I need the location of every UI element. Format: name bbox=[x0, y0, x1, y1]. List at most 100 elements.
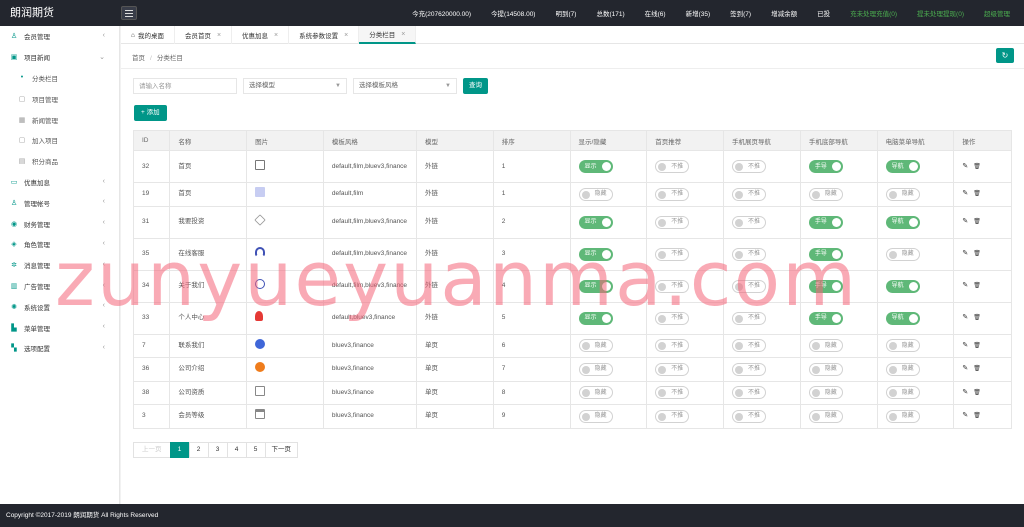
toggle-switch[interactable]: 手导 bbox=[808, 279, 843, 293]
model-select[interactable]: 选择模型 ▼ bbox=[243, 78, 347, 94]
toggle-switch[interactable]: 显示 bbox=[578, 247, 613, 261]
toggle-switch[interactable]: 隐藏 bbox=[808, 362, 843, 376]
delete-icon[interactable]: 🗑 bbox=[973, 313, 981, 323]
top-nav-item[interactable]: 签到(7) bbox=[730, 8, 751, 18]
toggle-switch[interactable]: 隐藏 bbox=[578, 386, 613, 400]
toggle-switch[interactable]: 隐藏 bbox=[578, 362, 613, 376]
top-nav-item[interactable]: 明到(7) bbox=[555, 8, 576, 18]
delete-icon[interactable]: 🗑 bbox=[973, 411, 981, 421]
sidebar-toggle-button[interactable] bbox=[121, 6, 137, 20]
toggle-switch[interactable]: 隐藏 bbox=[578, 409, 613, 423]
toggle-switch[interactable]: 显示 bbox=[578, 160, 613, 173]
sidebar-item[interactable]: ▣ 项目新闻 ⌄ bbox=[0, 47, 119, 68]
toggle-switch[interactable]: 不推 bbox=[732, 311, 767, 325]
sidebar-item[interactable]: ▙ 菜单管理 ‹ bbox=[0, 317, 119, 338]
toggle-switch[interactable]: 导航 bbox=[885, 311, 920, 325]
sidebar-item[interactable]: ▢ 项目管理 bbox=[0, 88, 119, 109]
delete-icon[interactable]: 🗑 bbox=[973, 281, 981, 291]
toggle-switch[interactable]: 不推 bbox=[655, 247, 690, 261]
toggle-switch[interactable]: 手导 bbox=[808, 215, 843, 229]
toggle-switch[interactable]: 隐藏 bbox=[578, 339, 613, 353]
toggle-switch[interactable]: 不推 bbox=[655, 279, 690, 293]
toggle-switch[interactable]: 不推 bbox=[655, 311, 690, 325]
toggle-switch[interactable]: 显示 bbox=[578, 215, 613, 229]
toggle-switch[interactable]: 手导 bbox=[808, 247, 843, 261]
delete-icon[interactable]: 🗑 bbox=[973, 364, 981, 374]
edit-icon[interactable]: ✎ bbox=[962, 313, 968, 323]
sidebar-item[interactable]: ▦ 新闻管理 bbox=[0, 109, 119, 130]
sidebar-item[interactable]: • 分类栏目 bbox=[0, 68, 119, 89]
add-button[interactable]: + 添加 bbox=[134, 105, 167, 121]
refresh-button[interactable]: ↻ bbox=[996, 48, 1014, 63]
close-icon[interactable]: × bbox=[217, 32, 221, 39]
sidebar-item[interactable]: ▭ 优惠加息 ‹ bbox=[0, 172, 119, 193]
toggle-switch[interactable]: 不推 bbox=[655, 339, 690, 353]
edit-icon[interactable]: ✎ bbox=[962, 281, 968, 291]
toggle-switch[interactable]: 不推 bbox=[732, 409, 767, 423]
close-icon[interactable]: × bbox=[274, 32, 278, 39]
toggle-switch[interactable]: 不推 bbox=[732, 160, 767, 173]
sidebar-item[interactable]: ◉ 财务管理 ‹ bbox=[0, 213, 119, 234]
toggle-switch[interactable]: 显示 bbox=[578, 279, 613, 293]
toggle-switch[interactable]: 手导 bbox=[808, 311, 843, 325]
tab[interactable]: 系统参数设置 × bbox=[289, 26, 360, 44]
toggle-switch[interactable]: 不推 bbox=[655, 187, 690, 201]
delete-icon[interactable]: 🗑 bbox=[973, 388, 981, 398]
toggle-switch[interactable]: 隐藏 bbox=[885, 386, 920, 400]
toggle-switch[interactable]: 不推 bbox=[655, 215, 690, 229]
page-button[interactable]: 1 bbox=[169, 442, 190, 458]
top-nav-item[interactable]: 今提(14508.00) bbox=[491, 8, 535, 18]
toggle-switch[interactable]: 隐藏 bbox=[885, 409, 920, 423]
close-icon[interactable]: × bbox=[344, 32, 348, 39]
top-nav-item[interactable]: 总数(171) bbox=[596, 8, 624, 18]
edit-icon[interactable]: ✎ bbox=[962, 249, 968, 259]
toggle-switch[interactable]: 显示 bbox=[578, 311, 613, 325]
toggle-switch[interactable]: 导航 bbox=[885, 160, 920, 173]
sidebar-item[interactable]: ✲ 消息管理 ‹ bbox=[0, 255, 119, 276]
edit-icon[interactable]: ✎ bbox=[962, 189, 968, 199]
sidebar-item[interactable]: ▚ 选项配置 ‹ bbox=[0, 338, 119, 359]
tab[interactable]: 分类栏目 × bbox=[359, 26, 417, 44]
prev-page-button[interactable]: 上一页 bbox=[133, 442, 171, 458]
name-search-input[interactable] bbox=[133, 78, 237, 94]
page-button[interactable]: 3 bbox=[207, 442, 228, 458]
toggle-switch[interactable]: 隐藏 bbox=[808, 339, 843, 353]
breadcrumb-home[interactable]: 首页 bbox=[132, 55, 145, 62]
edit-icon[interactable]: ✎ bbox=[962, 217, 968, 227]
edit-icon[interactable]: ✎ bbox=[962, 162, 968, 172]
toggle-switch[interactable]: 导航 bbox=[885, 215, 920, 229]
close-icon[interactable]: × bbox=[401, 31, 405, 38]
toggle-switch[interactable]: 隐藏 bbox=[885, 362, 920, 376]
delete-icon[interactable]: 🗑 bbox=[973, 162, 981, 172]
sidebar-item[interactable]: ✺ 系统设置 ‹ bbox=[0, 296, 119, 317]
page-button[interactable]: 4 bbox=[226, 442, 247, 458]
sidebar-item[interactable]: ◈ 角色管理 ‹ bbox=[0, 234, 119, 255]
toggle-switch[interactable]: 不推 bbox=[732, 215, 767, 229]
toggle-switch[interactable]: 不推 bbox=[732, 362, 767, 376]
sidebar-item[interactable]: ▥ 广告管理 ‹ bbox=[0, 276, 119, 297]
top-nav-item[interactable]: 超级管理 bbox=[984, 8, 1010, 18]
toggle-switch[interactable]: 不推 bbox=[655, 362, 690, 376]
edit-icon[interactable]: ✎ bbox=[962, 364, 968, 374]
delete-icon[interactable]: 🗑 bbox=[973, 217, 981, 227]
toggle-switch[interactable]: 不推 bbox=[655, 409, 690, 423]
sidebar-item[interactable]: ♙ 管理帐号 ‹ bbox=[0, 192, 119, 213]
sidebar-item[interactable]: ♙ 会员管理 ‹ bbox=[0, 26, 119, 47]
toggle-switch[interactable]: 隐藏 bbox=[578, 187, 613, 201]
toggle-switch[interactable]: 隐藏 bbox=[808, 409, 843, 423]
tab[interactable]: 优惠加息 × bbox=[232, 26, 290, 44]
toggle-switch[interactable]: 隐藏 bbox=[808, 386, 843, 400]
toggle-switch[interactable]: 不推 bbox=[655, 160, 690, 173]
top-nav-item[interactable]: 已投 bbox=[817, 8, 830, 18]
top-nav-item[interactable]: 在线(6) bbox=[645, 8, 666, 18]
top-nav-item[interactable]: 提未处理提现(0) bbox=[917, 8, 964, 18]
toggle-switch[interactable]: 导航 bbox=[885, 279, 920, 293]
query-button[interactable]: 查询 bbox=[463, 78, 488, 94]
edit-icon[interactable]: ✎ bbox=[962, 388, 968, 398]
edit-icon[interactable]: ✎ bbox=[962, 341, 968, 351]
delete-icon[interactable]: 🗑 bbox=[973, 249, 981, 259]
toggle-switch[interactable]: 不推 bbox=[732, 247, 767, 261]
toggle-switch[interactable]: 隐藏 bbox=[885, 339, 920, 353]
sidebar-item[interactable]: ▤ 积分商品 bbox=[0, 151, 119, 172]
page-button[interactable]: 5 bbox=[245, 442, 266, 458]
